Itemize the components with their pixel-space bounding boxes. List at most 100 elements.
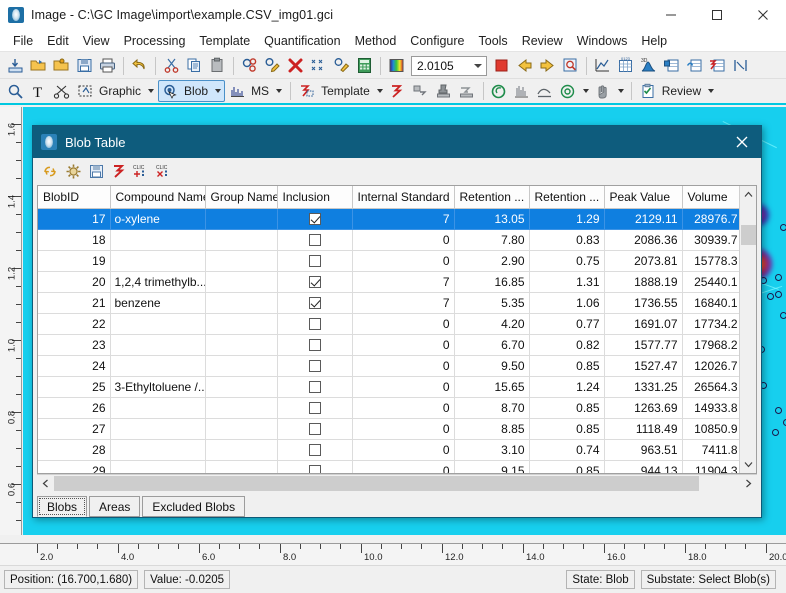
cell-peak-value[interactable]: 944.13	[604, 460, 682, 473]
template-report-icon[interactable]	[706, 55, 728, 77]
cell-inclusion[interactable]	[277, 460, 352, 473]
3d-view-icon[interactable]: 3D	[637, 55, 659, 77]
cell-group-name[interactable]	[205, 439, 277, 460]
tab-areas[interactable]: Areas	[89, 496, 140, 517]
remove-column-icon[interactable]: CLIC	[154, 161, 176, 183]
cell-retention-2[interactable]: 1.31	[529, 271, 604, 292]
stamp-icon[interactable]	[433, 80, 455, 102]
inclusion-checkbox[interactable]	[309, 276, 321, 288]
cell-retention-2[interactable]: 0.83	[529, 229, 604, 250]
cell-retention-1[interactable]: 15.65	[454, 376, 529, 397]
chevron-down-icon[interactable]	[470, 57, 486, 75]
image-report-icon[interactable]	[660, 55, 682, 77]
cell-group-name[interactable]	[205, 418, 277, 439]
chromatogram-icon[interactable]	[591, 55, 613, 77]
scroll-left-arrow-icon[interactable]	[37, 475, 54, 492]
cell-retention-2[interactable]: 0.77	[529, 313, 604, 334]
cell-internal-standard[interactable]: 0	[352, 397, 454, 418]
overlay-icon[interactable]	[534, 80, 556, 102]
tab-excluded-blobs[interactable]: Excluded Blobs	[142, 496, 245, 517]
cell-blobid[interactable]: 25	[38, 376, 110, 397]
cell-internal-standard[interactable]: 0	[352, 376, 454, 397]
blob-marker[interactable]	[780, 224, 786, 231]
inclusion-checkbox[interactable]	[309, 360, 321, 372]
scroll-down-arrow-icon[interactable]	[740, 456, 756, 473]
cell-internal-standard[interactable]: 0	[352, 439, 454, 460]
table-row[interactable]: 21benzene75.351.061736.5516840.1	[38, 292, 739, 313]
cell-retention-1[interactable]: 8.70	[454, 397, 529, 418]
cell-blobid[interactable]: 24	[38, 355, 110, 376]
target-icon[interactable]	[557, 80, 579, 102]
cell-retention-2[interactable]: 1.24	[529, 376, 604, 397]
inclusion-checkbox[interactable]	[309, 297, 321, 309]
clear-blobs-icon[interactable]	[307, 55, 329, 77]
undo-icon[interactable]	[128, 55, 150, 77]
cell-internal-standard[interactable]: 0	[352, 418, 454, 439]
data-table-icon[interactable]: 0123	[614, 55, 636, 77]
menu-configure[interactable]: Configure	[403, 32, 471, 50]
inclusion-checkbox[interactable]	[309, 402, 321, 414]
copy-icon[interactable]	[183, 55, 205, 77]
cell-inclusion[interactable]	[277, 397, 352, 418]
cell-compound-name[interactable]: o-xylene	[110, 208, 205, 229]
cell-compound-name[interactable]: 3-Ethyltoluene /...	[110, 376, 205, 397]
cell-inclusion[interactable]	[277, 250, 352, 271]
image-compare-icon[interactable]	[683, 55, 705, 77]
stop-icon[interactable]	[490, 55, 512, 77]
blob-select-icon[interactable]	[159, 80, 181, 102]
cell-group-name[interactable]	[205, 271, 277, 292]
cell-inclusion[interactable]	[277, 271, 352, 292]
chevron-down-icon[interactable]	[705, 80, 717, 102]
cell-inclusion[interactable]	[277, 418, 352, 439]
blob-marker[interactable]	[775, 291, 782, 298]
cell-blobid[interactable]: 21	[38, 292, 110, 313]
cell-retention-1[interactable]: 8.85	[454, 418, 529, 439]
cell-volume[interactable]: 7411.8	[682, 439, 739, 460]
cell-group-name[interactable]	[205, 355, 277, 376]
cell-retention-1[interactable]: 2.90	[454, 250, 529, 271]
cell-internal-standard[interactable]: 0	[352, 250, 454, 271]
cell-retention-2[interactable]: 0.75	[529, 250, 604, 271]
cell-blobid[interactable]: 27	[38, 418, 110, 439]
chevron-down-icon[interactable]	[212, 80, 224, 102]
cell-retention-2[interactable]: 0.74	[529, 439, 604, 460]
cell-blobid[interactable]: 28	[38, 439, 110, 460]
cell-group-name[interactable]	[205, 376, 277, 397]
magnifier-icon[interactable]	[4, 80, 26, 102]
vertical-scroll-track[interactable]	[740, 203, 756, 456]
blob-marker[interactable]	[775, 274, 782, 281]
cell-peak-value[interactable]: 1263.69	[604, 397, 682, 418]
cell-inclusion[interactable]	[277, 229, 352, 250]
table-vertical-scrollbar[interactable]	[739, 186, 756, 473]
chevron-down-icon[interactable]	[145, 80, 157, 102]
inclusion-checkbox[interactable]	[309, 444, 321, 456]
column-header-blobid[interactable]: BlobID	[38, 186, 110, 208]
column-header-internal-standard[interactable]: Internal Standard	[352, 186, 454, 208]
table-row[interactable]: 2608.700.851263.6914933.8	[38, 397, 739, 418]
cell-inclusion[interactable]	[277, 334, 352, 355]
cell-retention-1[interactable]: 5.35	[454, 292, 529, 313]
cell-retention-2[interactable]: 1.29	[529, 208, 604, 229]
review-check-icon[interactable]	[637, 80, 659, 102]
cell-internal-standard[interactable]: 7	[352, 271, 454, 292]
cell-blobid[interactable]: 17	[38, 208, 110, 229]
cell-inclusion[interactable]	[277, 292, 352, 313]
graphic-select-icon[interactable]	[74, 80, 96, 102]
table-row[interactable]: 2204.200.771691.0717734.2	[38, 313, 739, 334]
chevron-down-icon[interactable]	[580, 80, 592, 102]
zoom-region-icon[interactable]	[559, 55, 581, 77]
cell-internal-standard[interactable]: 0	[352, 460, 454, 473]
cell-group-name[interactable]	[205, 292, 277, 313]
scroll-right-arrow-icon[interactable]	[740, 475, 757, 492]
menu-quantification[interactable]: Quantification	[257, 32, 347, 50]
table-row[interactable]: 2409.500.851527.4712026.7	[38, 355, 739, 376]
cell-peak-value[interactable]: 1888.19	[604, 271, 682, 292]
cell-retention-2[interactable]: 1.06	[529, 292, 604, 313]
column-header-compound-name[interactable]: Compound Name	[110, 186, 205, 208]
spectrum-icon[interactable]	[488, 80, 510, 102]
tab-blobs[interactable]: Blobs	[37, 496, 87, 517]
compare-icon[interactable]	[511, 80, 533, 102]
add-column-icon[interactable]: CLIC	[131, 161, 153, 183]
menu-tools[interactable]: Tools	[472, 32, 515, 50]
cell-internal-standard[interactable]: 0	[352, 355, 454, 376]
